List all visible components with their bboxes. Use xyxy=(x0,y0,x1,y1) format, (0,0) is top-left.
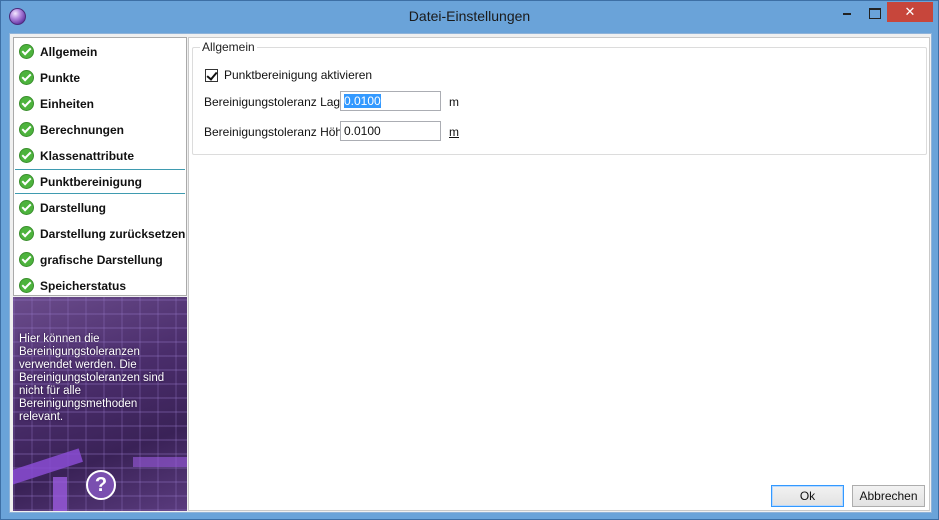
nav-item-label: Klassenattribute xyxy=(40,148,135,163)
nav-item-label: Einheiten xyxy=(40,96,95,111)
hoehe-label: Bereinigungstoleranz Höhe xyxy=(204,125,349,139)
nav-item-darstellung[interactable]: Darstellung xyxy=(15,195,185,220)
nav-item-label: Darstellung xyxy=(40,200,107,215)
lage-unit: m xyxy=(449,95,459,109)
green-check-icon xyxy=(19,252,34,267)
green-check-icon xyxy=(19,96,34,111)
punktbereinigung-checkbox-row[interactable]: Punktbereinigung aktivieren xyxy=(205,68,372,82)
nav-item-label: Berechnungen xyxy=(40,122,125,137)
lage-label: Bereinigungstoleranz Lage xyxy=(204,95,347,109)
green-check-icon xyxy=(19,200,34,215)
close-button[interactable] xyxy=(887,2,933,22)
nav-item-punktbereinigung[interactable]: Punktbereinigung xyxy=(15,169,185,194)
green-check-icon xyxy=(19,278,34,293)
group-title: Allgemein xyxy=(200,40,257,54)
cancel-button[interactable]: Abbrechen xyxy=(852,485,925,507)
help-text: Hier können die Bereinigungstoleranzen v… xyxy=(19,333,165,423)
nav-item-label: grafische Darstellung xyxy=(40,252,163,267)
green-check-icon xyxy=(19,70,34,85)
hoehe-unit: m xyxy=(449,125,459,139)
question-mark-icon[interactable]: ? xyxy=(86,470,116,500)
green-check-icon xyxy=(19,226,34,241)
help-panel: Hier können die Bereinigungstoleranzen v… xyxy=(13,297,187,511)
dialog-client: Allgemein Punkte Einheiten Berechnungen … xyxy=(9,33,932,513)
settings-panel: Allgemein Punktbereinigung aktivieren Be… xyxy=(188,37,930,511)
nav-item-label: Punkte xyxy=(40,70,81,85)
nav-item-darstellung-zuruecksetzen[interactable]: Darstellung zurücksetzen xyxy=(15,221,185,246)
nav-item-label: Allgemein xyxy=(40,44,98,59)
nav-item-speicherstatus[interactable]: Speicherstatus xyxy=(15,273,185,298)
hoehe-input-value: 0.0100 xyxy=(344,124,381,138)
nav-item-einheiten[interactable]: Einheiten xyxy=(15,91,185,116)
nav-item-punkte[interactable]: Punkte xyxy=(15,65,185,90)
ok-button[interactable]: Ok xyxy=(771,485,844,507)
dialog-window: Datei-Einstellungen Allgemein Punkte Ein… xyxy=(0,0,939,520)
maximize-button[interactable] xyxy=(861,2,887,22)
nav-item-label: Speicherstatus xyxy=(40,278,127,293)
settings-nav: Allgemein Punkte Einheiten Berechnungen … xyxy=(13,37,187,296)
nav-item-label: Punktbereinigung xyxy=(40,174,142,189)
green-check-icon xyxy=(19,44,34,59)
nav-item-grafische-darstellung[interactable]: grafische Darstellung xyxy=(15,247,185,272)
minimize-button[interactable] xyxy=(833,2,861,22)
map-decoration xyxy=(133,457,187,467)
hoehe-input[interactable]: 0.0100 xyxy=(340,121,441,141)
green-check-icon xyxy=(19,148,34,163)
lage-input[interactable]: 0.0100 xyxy=(340,91,441,111)
nav-item-allgemein[interactable]: Allgemein xyxy=(15,39,185,64)
punktbereinigung-checkbox-label[interactable]: Punktbereinigung aktivieren xyxy=(224,68,372,82)
green-check-icon xyxy=(19,174,34,189)
green-check-icon xyxy=(19,122,34,137)
window-title: Datei-Einstellungen xyxy=(408,8,531,24)
nav-item-label: Darstellung zurücksetzen xyxy=(40,226,186,241)
title-bar[interactable]: Datei-Einstellungen xyxy=(1,1,938,33)
lage-input-value: 0.0100 xyxy=(344,94,381,108)
group-allgemein: Allgemein Punktbereinigung aktivieren Be… xyxy=(192,40,927,155)
nav-item-berechnungen[interactable]: Berechnungen xyxy=(15,117,185,142)
map-decoration xyxy=(53,477,67,511)
nav-item-klassenattribute[interactable]: Klassenattribute xyxy=(15,143,185,168)
punktbereinigung-checkbox[interactable] xyxy=(205,68,218,82)
